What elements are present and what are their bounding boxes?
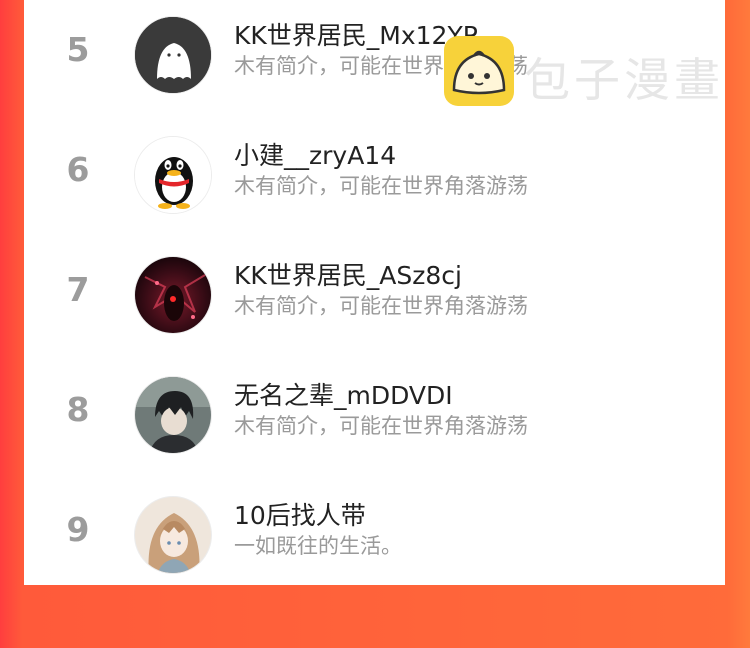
watermark: 包子漫畫 bbox=[444, 36, 734, 107]
rank-number: 5 bbox=[66, 30, 90, 69]
avatar[interactable] bbox=[134, 376, 212, 454]
list-item[interactable]: 8 无名之辈_mDDVDI 木有简介，可能在世界角落游荡 bbox=[24, 376, 725, 528]
user-bio: 一如既往的生活。 bbox=[234, 534, 402, 558]
dark-red-art-avatar-icon bbox=[135, 257, 211, 333]
avatar[interactable] bbox=[134, 256, 212, 334]
user-name: 无名之辈_mDDVDI bbox=[234, 381, 453, 410]
avatar[interactable] bbox=[134, 136, 212, 214]
bun-logo-icon bbox=[444, 36, 514, 106]
list-item[interactable]: 9 10后找人带 一如既往的生活。 bbox=[24, 496, 725, 648]
default-ghost-avatar-icon bbox=[135, 17, 211, 93]
rank-number: 9 bbox=[66, 510, 90, 549]
user-bio: 木有简介，可能在世界角落游荡 bbox=[234, 414, 528, 438]
rank-number: 7 bbox=[66, 270, 90, 309]
user-name: KK世界居民_ASz8cj bbox=[234, 261, 462, 290]
avatar[interactable] bbox=[134, 496, 212, 574]
qq-penguin-avatar-icon bbox=[135, 137, 211, 213]
anime-boy-avatar-icon bbox=[135, 377, 211, 453]
user-name: 10后找人带 bbox=[234, 501, 366, 530]
avatar[interactable] bbox=[134, 16, 212, 94]
anime-girl-avatar-icon bbox=[135, 497, 211, 573]
user-bio: 木有简介，可能在世界角落游荡 bbox=[234, 174, 528, 198]
watermark-text: 包子漫畫 bbox=[524, 53, 724, 107]
user-name: 小建__zryA14 bbox=[234, 141, 397, 170]
rank-number: 6 bbox=[66, 150, 90, 189]
user-name: KK世界居民_Mx12YP bbox=[234, 21, 478, 50]
user-bio: 木有简介，可能在世界角落游荡 bbox=[234, 294, 528, 318]
rank-number: 8 bbox=[66, 390, 90, 429]
